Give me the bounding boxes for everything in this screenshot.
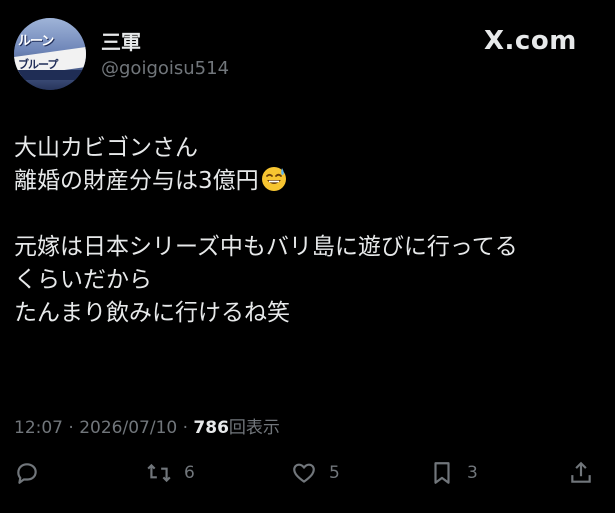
bookmark-icon bbox=[434, 462, 450, 484]
meta-separator: · bbox=[182, 418, 189, 438]
tweet-time[interactable]: 12:07 bbox=[14, 418, 63, 438]
tweet-line: 大山カビゴンさん bbox=[14, 135, 198, 161]
tweet-meta: 12:07 · 2026/07/10 · 786回表示 bbox=[14, 413, 280, 438]
share-icon bbox=[571, 461, 591, 483]
like-button[interactable]: 5 bbox=[291, 460, 340, 486]
reply-button[interactable] bbox=[14, 460, 40, 486]
avatar-logo-text: ルーン bbox=[18, 34, 54, 49]
action-bar: 6 5 3 bbox=[0, 460, 615, 496]
heart-icon bbox=[293, 463, 315, 483]
sweat-smile-emoji-icon bbox=[261, 167, 286, 191]
tweet-line: くらいだから bbox=[14, 267, 152, 293]
tweet-line: 離婚の財産分与は3億円 bbox=[14, 168, 259, 194]
view-label: 回表示 bbox=[228, 418, 280, 438]
repost-button[interactable]: 6 bbox=[146, 460, 195, 486]
bookmark-button[interactable]: 3 bbox=[429, 460, 478, 486]
tweet-line: 元嫁は日本シリーズ中もバリ島に遊びに行ってる bbox=[14, 234, 518, 260]
tweet-line: たんまり飲みに行けるね笑 bbox=[14, 300, 290, 326]
reply-icon bbox=[17, 463, 37, 484]
share-button[interactable] bbox=[568, 460, 594, 486]
avatar-logo-text-2: ブループ bbox=[18, 58, 58, 71]
author-handle[interactable]: @goigoisu514 bbox=[101, 58, 229, 79]
bookmark-count: 3 bbox=[467, 463, 478, 483]
tweet-text: 大山カビゴンさん 離婚の財産分与は3億円 元嫁は日本シリーズ中もバリ島に遊びに行… bbox=[14, 132, 604, 330]
tweet-line bbox=[14, 198, 604, 231]
tweet-line-with-emoji: 離婚の財産分与は3億円 bbox=[14, 165, 604, 198]
x-logo: X.com bbox=[484, 26, 577, 56]
repost-icon bbox=[147, 463, 171, 483]
view-count: 786 bbox=[193, 418, 229, 438]
avatar[interactable]: ルーン ブループ bbox=[14, 18, 86, 90]
author-display-name[interactable]: 三軍 bbox=[101, 26, 141, 55]
meta-separator: · bbox=[68, 418, 74, 438]
tweet-date[interactable]: 2026/07/10 bbox=[79, 418, 177, 438]
like-count: 5 bbox=[329, 463, 340, 483]
repost-count: 6 bbox=[184, 463, 195, 483]
